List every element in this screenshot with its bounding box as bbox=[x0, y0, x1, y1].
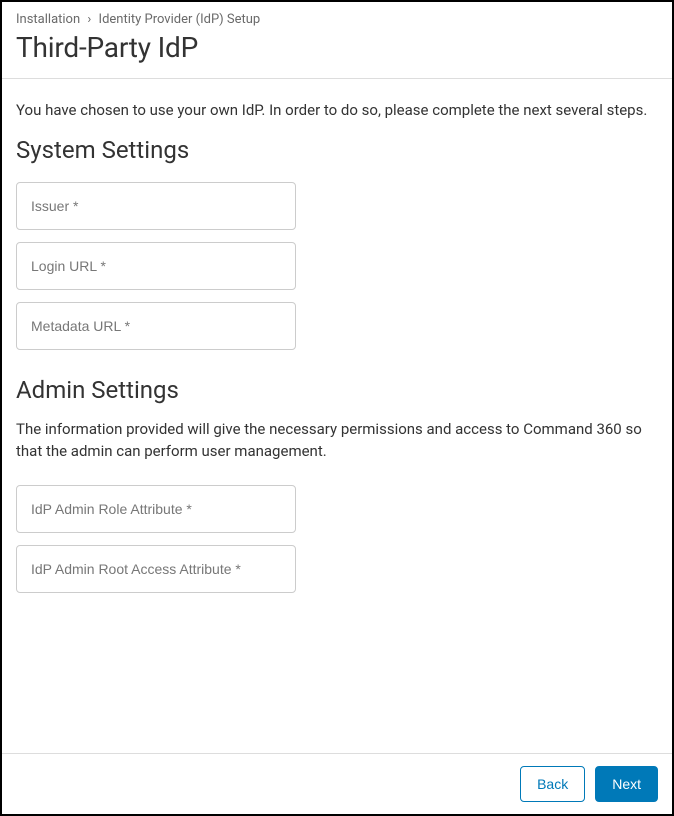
system-settings-title: System Settings bbox=[16, 136, 658, 164]
breadcrumb-item-idp-setup[interactable]: Identity Provider (IdP) Setup bbox=[99, 12, 261, 27]
field-metadata-url bbox=[16, 302, 658, 350]
back-button[interactable]: Back bbox=[520, 766, 585, 802]
admin-settings-title: Admin Settings bbox=[16, 376, 658, 404]
field-login-url bbox=[16, 242, 658, 290]
login-url-input[interactable] bbox=[16, 242, 296, 290]
breadcrumb-separator: › bbox=[87, 12, 91, 27]
admin-root-attr-input[interactable] bbox=[16, 545, 296, 593]
breadcrumb-item-installation[interactable]: Installation bbox=[16, 12, 80, 27]
footer-actions: Back Next bbox=[2, 753, 672, 814]
page-header: Installation › Identity Provider (IdP) S… bbox=[2, 2, 672, 79]
field-issuer bbox=[16, 182, 658, 230]
admin-settings-description: The information provided will give the n… bbox=[16, 418, 658, 463]
field-admin-role-attr bbox=[16, 485, 658, 533]
metadata-url-input[interactable] bbox=[16, 302, 296, 350]
intro-text: You have chosen to use your own IdP. In … bbox=[16, 99, 658, 122]
field-admin-root-attr bbox=[16, 545, 658, 593]
next-button[interactable]: Next bbox=[595, 766, 658, 802]
issuer-input[interactable] bbox=[16, 182, 296, 230]
breadcrumb: Installation › Identity Provider (IdP) S… bbox=[16, 12, 658, 27]
admin-role-attr-input[interactable] bbox=[16, 485, 296, 533]
content-area: You have chosen to use your own IdP. In … bbox=[2, 79, 672, 753]
page-title: Third-Party IdP bbox=[16, 31, 658, 64]
